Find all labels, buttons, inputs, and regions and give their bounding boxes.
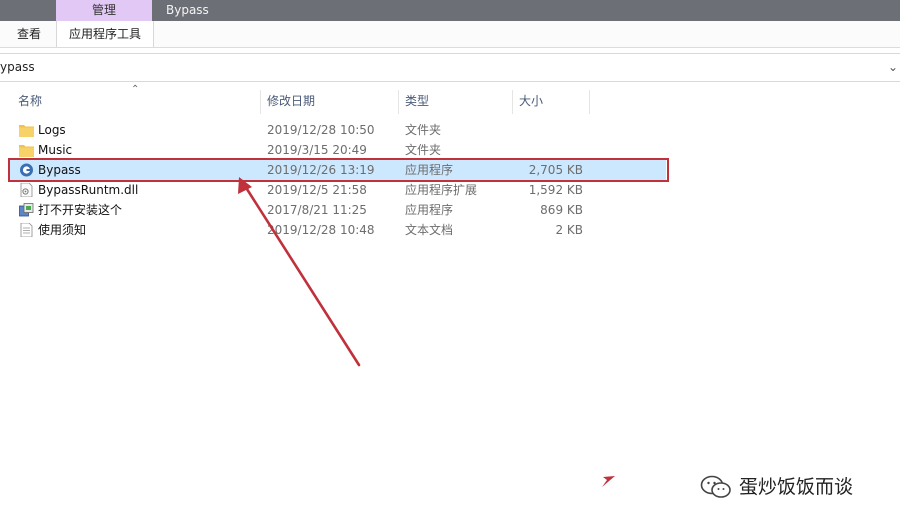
watermark-text: 蛋炒饭饭而谈 [739, 476, 854, 498]
wechat-icon [700, 475, 731, 498]
cursor-arrow-icon [602, 476, 615, 487]
annotation-arrow [238, 177, 615, 487]
